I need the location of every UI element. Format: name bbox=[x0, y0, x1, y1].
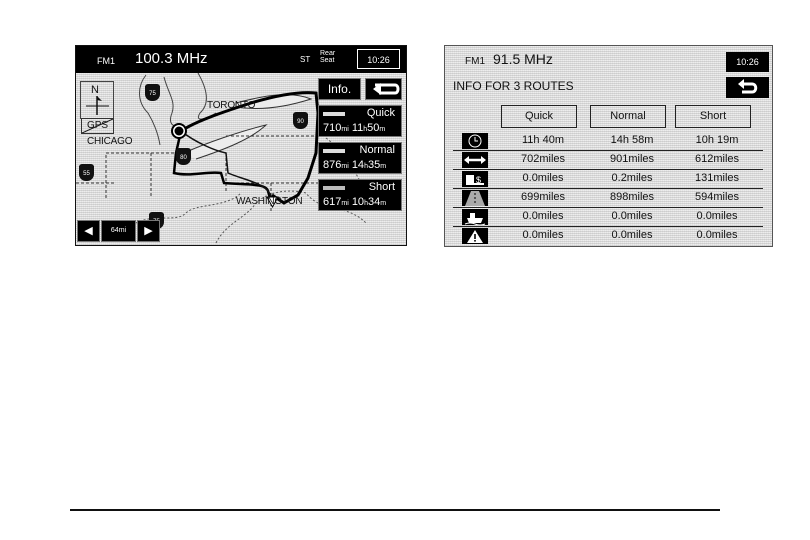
route-stats: 617mi 10h34m bbox=[323, 196, 386, 208]
table-cell: 0.0miles bbox=[696, 210, 738, 222]
gps-indicator: GPS bbox=[81, 118, 114, 134]
minutes-unit: m bbox=[380, 163, 387, 170]
back-button[interactable] bbox=[726, 77, 769, 98]
warning-icon bbox=[462, 228, 488, 244]
info-button[interactable]: Info. bbox=[318, 78, 361, 100]
distance-unit: mi bbox=[341, 200, 349, 207]
map-screen: FM1 100.3 MHz ST Rear Seat 10:26 N TORON… bbox=[75, 45, 407, 246]
compass[interactable]: N bbox=[80, 81, 114, 119]
table-cell: 0.0miles bbox=[522, 210, 564, 222]
minutes-unit: m bbox=[380, 200, 387, 207]
highway-shield-90: 90 bbox=[293, 112, 308, 129]
route-distance: 617 bbox=[323, 196, 342, 208]
clock-icon bbox=[462, 133, 488, 149]
back-arrow-icon bbox=[738, 79, 758, 94]
route-stats: 710mi 11h50m bbox=[323, 122, 385, 134]
route-stats: 876mi 14h35m bbox=[323, 159, 386, 171]
table-cell: 0.0miles bbox=[522, 172, 564, 184]
table-cell: 699miles bbox=[520, 191, 566, 203]
city-label-chicago: CHICAGO bbox=[87, 136, 133, 147]
highway-shield-80: 80 bbox=[176, 148, 191, 165]
highway-shield-55: 55 bbox=[79, 164, 94, 181]
table-cell: 594miles bbox=[694, 191, 740, 203]
route-minutes: 34 bbox=[367, 196, 381, 208]
route-name: Quick bbox=[366, 107, 395, 119]
clock-button[interactable]: 10:26 bbox=[726, 52, 769, 72]
info-row-ferry: 0.0miles 0.0miles 0.0miles bbox=[453, 208, 763, 227]
info-row-distance: 702miles 901miles 612miles bbox=[453, 151, 763, 170]
table-cell: 898miles bbox=[609, 191, 655, 203]
toll-road-icon: $ bbox=[462, 171, 488, 187]
rear-seat-indicator: Rear Seat bbox=[320, 50, 336, 64]
distance-unit: mi bbox=[341, 163, 349, 170]
minutes-unit: m bbox=[379, 126, 386, 133]
zoom-in-button[interactable]: ▶ bbox=[137, 220, 160, 242]
table-cell: 901miles bbox=[609, 153, 655, 165]
table-cell: 0.0miles bbox=[522, 229, 564, 241]
page-title: INFO FOR 3 ROUTES bbox=[453, 79, 574, 93]
radio-band: FM1 bbox=[465, 56, 485, 67]
highway-shield-75-north: 75 bbox=[145, 84, 160, 101]
gps-strike-icon bbox=[82, 119, 113, 133]
city-label-toronto: TORONTO bbox=[207, 100, 256, 111]
clock-button[interactable]: 10:26 bbox=[357, 49, 400, 69]
radio-status-bar: FM1 100.3 MHz ST Rear Seat 10:26 bbox=[76, 46, 406, 73]
lake-huron-outline bbox=[197, 73, 217, 120]
route-button-quick[interactable]: Quick 710mi 11h50m bbox=[318, 105, 402, 137]
route-info-screen: FM1 91.5 MHz 10:26 INFO FOR 3 ROUTES Qui… bbox=[444, 45, 773, 247]
zoom-out-button[interactable]: ◀ bbox=[77, 220, 100, 242]
table-cell: 0.2miles bbox=[611, 172, 653, 184]
route-minutes: 50 bbox=[367, 122, 380, 134]
table-cell: 10h 19m bbox=[695, 134, 739, 146]
route-button-short[interactable]: Short 617mi 10h34m bbox=[318, 179, 402, 211]
column-button-quick[interactable]: Quick bbox=[501, 105, 577, 128]
distance-arrow-icon bbox=[462, 152, 488, 168]
route-hours: 11 bbox=[351, 122, 364, 134]
info-row-warning: 0.0miles 0.0miles 0.0miles bbox=[453, 227, 763, 245]
back-arrow-icon bbox=[373, 83, 400, 95]
page-divider-line bbox=[70, 509, 720, 511]
radio-band: FM1 bbox=[97, 56, 115, 66]
route-hours: 10 bbox=[351, 196, 365, 208]
column-button-short[interactable]: Short bbox=[675, 105, 751, 128]
route-name: Short bbox=[368, 181, 395, 193]
info-row-toll-road: $ 0.0miles 0.2miles 131miles bbox=[453, 170, 763, 189]
freeway-icon bbox=[462, 190, 488, 206]
radio-frequency: 100.3 MHz bbox=[135, 50, 208, 67]
right-arrow-icon: ▶ bbox=[144, 225, 153, 237]
stereo-indicator: ST bbox=[300, 55, 311, 64]
info-row-freeway: 699miles 898miles 594miles bbox=[453, 189, 763, 208]
table-cell: 0.0miles bbox=[611, 210, 653, 222]
back-button[interactable] bbox=[365, 78, 402, 100]
radio-frequency: 91.5 MHz bbox=[493, 51, 553, 67]
distance-unit: mi bbox=[341, 126, 349, 133]
table-cell: 612miles bbox=[694, 153, 740, 165]
info-row-travel-time: 11h 40m 14h 58m 10h 19m bbox=[453, 132, 763, 151]
table-cell: 702miles bbox=[520, 153, 566, 165]
route-distance: 876 bbox=[323, 159, 342, 171]
city-label-washington: WASHINGTON bbox=[236, 196, 303, 207]
route-name: Normal bbox=[359, 144, 395, 156]
table-cell: 0.0miles bbox=[696, 229, 738, 241]
route-hours: 14 bbox=[351, 159, 365, 171]
route-distance: 710 bbox=[323, 122, 342, 134]
table-cell: 131miles bbox=[694, 172, 740, 184]
ferry-icon bbox=[462, 209, 488, 226]
table-cell: 0.0miles bbox=[611, 229, 653, 241]
route-color-swatch bbox=[323, 186, 345, 190]
route-button-normal[interactable]: Normal 876mi 14h35m bbox=[318, 142, 402, 174]
route-minutes: 35 bbox=[367, 159, 381, 171]
column-button-normal[interactable]: Normal bbox=[590, 105, 666, 128]
left-arrow-icon: ◀ bbox=[84, 225, 93, 237]
route-color-swatch bbox=[323, 149, 345, 153]
map-view[interactable]: N GPS TORONTO CHICAGO WASHINGTON 75 90 8… bbox=[76, 73, 406, 245]
table-cell: 11h 40m bbox=[522, 134, 564, 146]
map-scale: 64mi bbox=[101, 220, 136, 242]
route-color-swatch bbox=[323, 112, 345, 116]
north-arrow-icon bbox=[86, 96, 109, 115]
table-cell: 14h 58m bbox=[610, 134, 654, 146]
